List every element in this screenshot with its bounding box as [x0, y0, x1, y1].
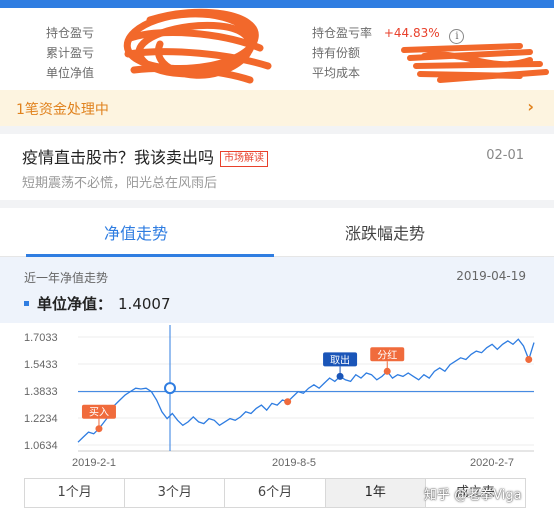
legend-dot [24, 301, 29, 306]
y-tick-label: 1.3833 [24, 386, 58, 398]
y-tick-label: 1.7033 [24, 332, 58, 344]
news-subtitle: 短期震荡不必慌，阳光总在风雨后 [22, 176, 218, 191]
chart-header: 近一年净值走势 2019-04-19 单位净值： 1.4007 [0, 257, 554, 323]
top-status-bar [0, 0, 554, 8]
nav-readout-value: 1.4007 [118, 295, 171, 313]
holding-profit-label: 持仓盈亏 [46, 26, 95, 40]
x-tick-label: 2020-2-7 [470, 457, 514, 469]
tab-change-trend[interactable]: 涨跌幅走势 [345, 220, 425, 244]
x-tick-label: 2019-2-1 [72, 457, 116, 469]
transaction-marker [525, 355, 533, 363]
holding-shares-label: 持有份额 [312, 46, 361, 60]
fund-processing-text: 1笔资金处理中 [16, 102, 109, 118]
crosshair-point [164, 382, 176, 395]
nav-readout: 单位净值： 1.4007 [24, 293, 171, 314]
y-tick-label: 1.2234 [24, 413, 58, 425]
unit-nav-label: 单位净值 [46, 66, 95, 80]
news-card[interactable]: 疫情直击股市？我该卖出吗 市场解读 02-01 短期震荡不必慌，阳光总在风雨后 [0, 134, 554, 200]
news-tag: 市场解读 [220, 151, 269, 167]
range-1-year[interactable]: 1年 [325, 479, 426, 507]
cumulative-profit-label: 累计盈亏 [46, 46, 95, 60]
tab-nav-trend[interactable]: 净值走势 [104, 220, 168, 244]
redaction-scribble-right [401, 43, 549, 83]
divider [0, 126, 554, 134]
marker-label: 分红 [377, 348, 397, 361]
holding-profit-rate: 持仓盈亏率 +44.83% i [312, 24, 465, 44]
range-3-months[interactable]: 3个月 [125, 479, 226, 507]
holding-profit-rate-label: 持仓盈亏率 [312, 26, 373, 40]
y-tick-label: 1.0634 [24, 440, 58, 452]
chart-name: 近一年净值走势 [24, 271, 109, 285]
y-tick-label: 1.5433 [24, 359, 58, 371]
cumulative-profit: 累计盈亏 [46, 44, 102, 61]
chart-tabs: 净值走势 涨跌幅走势 [0, 208, 554, 257]
average-cost-label: 平均成本 [312, 66, 361, 80]
holding-profit-rate-value: +44.83% [383, 26, 440, 40]
chart-date: 2019-04-19 [456, 269, 526, 283]
chevron-right-icon: › [527, 97, 534, 116]
marker-label: 取出 [330, 353, 350, 366]
x-tick-label: 2019-8-5 [272, 457, 316, 469]
divider [0, 200, 554, 208]
holding-shares: 持有份额 [312, 44, 368, 61]
news-date: 02-01 [486, 148, 524, 163]
transaction-marker [284, 398, 292, 406]
range-1-month[interactable]: 1个月 [25, 479, 126, 507]
average-cost: 平均成本 [312, 64, 368, 81]
range-6-months[interactable]: 6个月 [225, 479, 326, 507]
holding-summary: 持仓盈亏 累计盈亏 单位净值 持仓盈亏率 +44.83% i 持有份额 平均成本 [0, 8, 554, 88]
holding-profit: 持仓盈亏 [46, 24, 102, 41]
nav-readout-label: 单位净值： [37, 295, 113, 313]
fund-processing-banner[interactable]: 1笔资金处理中 › [0, 90, 554, 126]
nav-line-chart[interactable]: 1.7033 1.5433 1.3833 1.2234 1.0634 2019-2-1 20… [0, 323, 554, 473]
watermark: 知乎 @老拳Viga [424, 488, 522, 503]
news-title: 疫情直击股市？我该卖出吗 [22, 148, 215, 167]
redaction-scribble-left [123, 8, 272, 84]
news-title-line: 疫情直击股市？我该卖出吗 市场解读 [22, 144, 269, 168]
info-icon[interactable]: i [449, 29, 465, 44]
marker-label: 买入 [89, 407, 109, 419]
unit-nav: 单位净值 [46, 64, 102, 81]
